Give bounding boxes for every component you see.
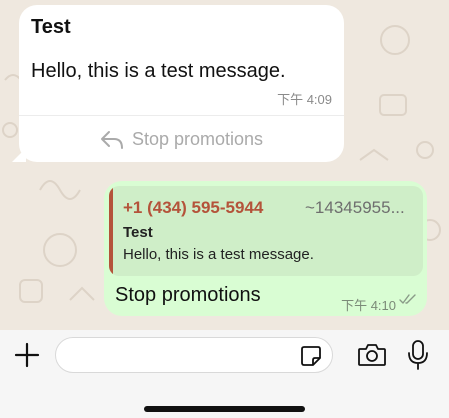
camera-icon[interactable] (357, 342, 387, 368)
bubble-divider (19, 115, 344, 116)
home-indicator (144, 406, 305, 412)
quote-sender: +1 (434) 595-5944 (123, 198, 264, 217)
message-composer (0, 330, 449, 418)
stop-promotions-label: Stop promotions (131, 129, 264, 149)
plus-icon[interactable] (14, 342, 40, 368)
message-text: Stop promotions (115, 284, 261, 306)
sticker-icon[interactable] (300, 345, 322, 367)
message-title: Test (31, 16, 71, 38)
quote-sender-number: ~14345955... (305, 198, 405, 217)
quote-text: Hello, this is a test message. (123, 246, 314, 263)
quote-accent-bar (109, 186, 113, 276)
message-input-field[interactable] (55, 337, 333, 374)
message-input[interactable] (68, 338, 292, 374)
message-timestamp: 下午 4:09 (277, 92, 332, 107)
quoted-message[interactable]: +1 (434) 595-5944 ~14345955... Test Hell… (109, 186, 423, 276)
double-check-icon (399, 294, 416, 304)
stop-promotions-button[interactable]: Stop promotions (19, 117, 344, 162)
reply-arrow-icon (100, 130, 123, 149)
incoming-message-bubble: Test Hello, this is a test message. 下午 4… (12, 5, 344, 162)
microphone-icon[interactable] (407, 340, 429, 370)
quote-title: Test (123, 224, 153, 241)
message-text: Hello, this is a test message. (31, 60, 286, 82)
message-timestamp: 下午 4:10 (341, 298, 396, 313)
outgoing-message-bubble: +1 (434) 595-5944 ~14345955... Test Hell… (104, 181, 427, 316)
